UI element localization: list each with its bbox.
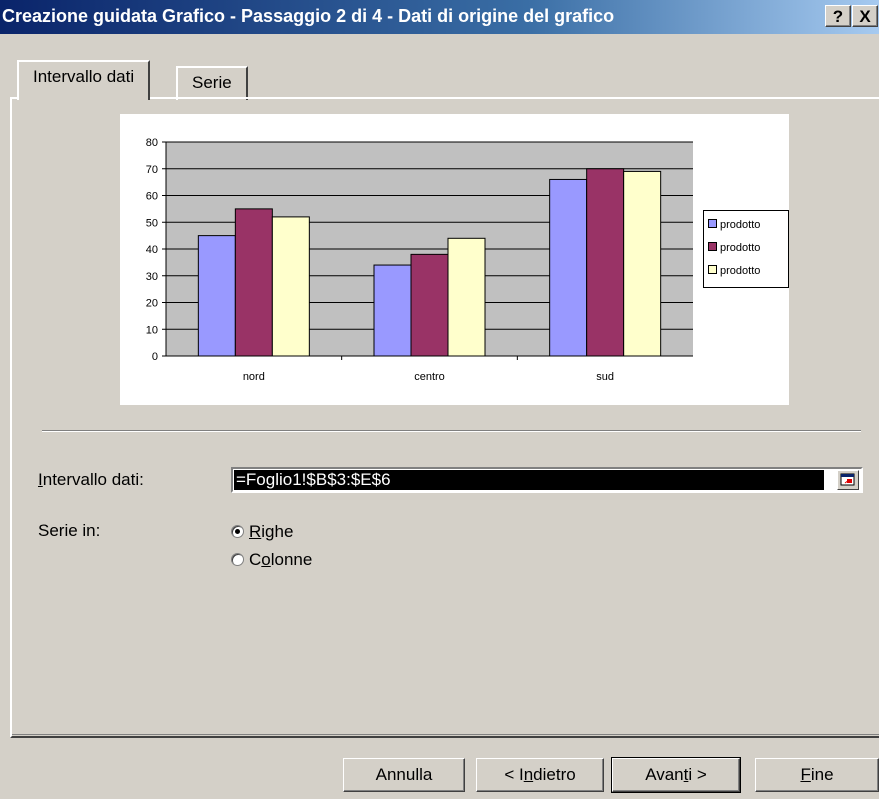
title-bar: Creazione guidata Grafico - Passaggio 2 …: [0, 0, 879, 34]
radio-righe-label: ighe: [261, 522, 294, 541]
y-tick-label: 0: [152, 351, 158, 363]
bar: [197, 235, 236, 357]
legend-swatch: [708, 219, 717, 228]
x-tick-label: centro: [414, 371, 445, 383]
bar: [271, 216, 310, 357]
y-tick-label: 60: [146, 191, 158, 203]
separator-highlight: [42, 431, 861, 432]
close-button[interactable]: X: [852, 5, 878, 27]
finish-button[interactable]: Fine: [755, 758, 879, 792]
y-tick-label: 80: [146, 137, 158, 149]
y-tick-label: 40: [146, 244, 158, 256]
radio-colonne-label: lonne: [270, 550, 313, 569]
help-button[interactable]: ?: [825, 5, 851, 27]
bar: [373, 264, 412, 357]
bar: [234, 208, 273, 357]
tab-serie[interactable]: Serie: [176, 66, 248, 100]
chart-svg: 0 10 20 30 40 50 60 70 80 nord centro sud: [146, 137, 693, 383]
legend-item: prodotto: [708, 219, 788, 231]
radio-colonne-indicator[interactable]: [231, 553, 244, 566]
legend-swatch: [708, 265, 717, 274]
bar: [447, 237, 486, 357]
back-button[interactable]: < Indietro: [476, 758, 604, 792]
legend-label: prodotto: [720, 242, 761, 254]
bar: [586, 168, 625, 357]
window-title: Creazione guidata Grafico - Passaggio 2 …: [2, 6, 615, 26]
legend-label: prodotto: [720, 219, 761, 231]
collapse-icon: [840, 473, 855, 486]
radio-righe-indicator[interactable]: [231, 525, 244, 538]
radio-colonne[interactable]: Colonne: [231, 550, 312, 570]
range-input[interactable]: =Foglio1!$B$3:$E$6: [231, 467, 863, 493]
cancel-button[interactable]: Annulla: [343, 758, 465, 792]
legend-label: prodotto: [720, 265, 761, 277]
y-tick-label: 30: [146, 271, 158, 283]
bar: [549, 178, 588, 357]
x-tick-label: nord: [243, 371, 265, 383]
y-tick-label: 50: [146, 217, 158, 229]
legend-swatch: [708, 242, 717, 251]
range-label: Intervallo dati:: [38, 470, 144, 489]
y-tick-label: 70: [146, 164, 158, 176]
x-tick-label: sud: [596, 371, 614, 383]
y-tick-label: 20: [146, 298, 158, 310]
chart-preview: 0 10 20 30 40 50 60 70 80 nord centro sud prodotto p…: [120, 114, 789, 405]
legend-item: prodotto: [708, 242, 788, 254]
radio-righe[interactable]: Righe: [231, 522, 293, 542]
chart-legend: prodotto prodotto prodotto: [703, 210, 789, 288]
series-in-label: Serie in:: [38, 521, 101, 540]
bar: [623, 170, 662, 357]
legend-item: prodotto: [708, 265, 788, 277]
collapse-dialog-button[interactable]: [837, 470, 859, 490]
bar: [410, 253, 449, 357]
next-button[interactable]: Avanti >: [611, 757, 741, 793]
y-tick-label: 10: [146, 324, 158, 336]
tab-intervallo-dati[interactable]: Intervallo dati: [17, 60, 151, 100]
range-input-value: =Foglio1!$B$3:$E$6: [234, 470, 824, 490]
